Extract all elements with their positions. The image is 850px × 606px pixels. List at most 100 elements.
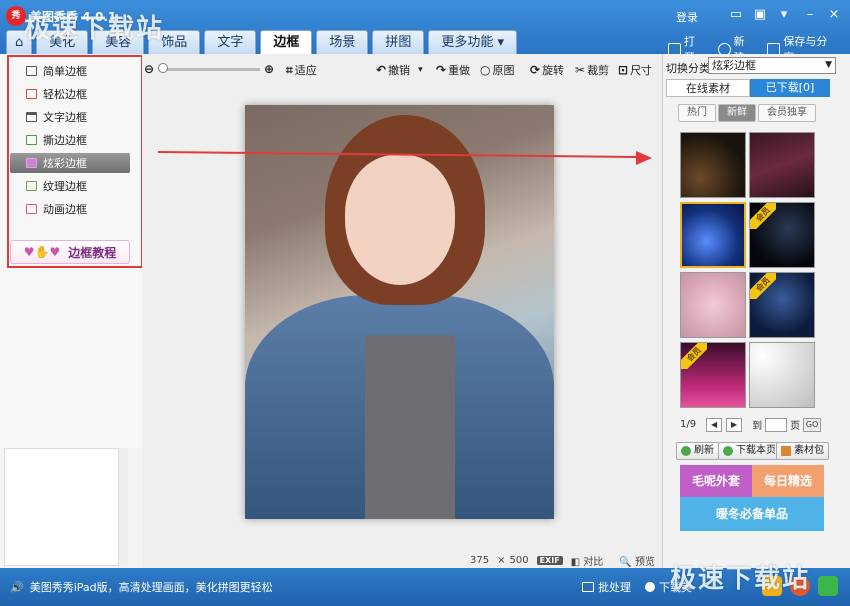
menu-item-animated[interactable]: 动画边框: [10, 199, 130, 219]
menu-label: 纹理边框: [43, 180, 87, 193]
minimize-icon[interactable]: –: [800, 6, 820, 24]
download-page-label: 下载本页: [736, 445, 776, 456]
left-scrollbar[interactable]: [118, 448, 128, 566]
zoom-slider-handle[interactable]: [158, 63, 168, 73]
menu-label: 轻松边框: [43, 88, 87, 101]
go-button[interactable]: GO: [803, 417, 822, 432]
app-logo-icon: 秀: [6, 6, 26, 26]
photo-meta: 375 × 500 EXIF ◧ 对比 🔍 预览: [470, 553, 671, 568]
page-input[interactable]: [765, 417, 788, 432]
tab-online-materials[interactable]: 在线素材: [666, 79, 750, 97]
animated-frame-icon: [26, 204, 37, 214]
download-icon: [723, 446, 733, 456]
skin-icon[interactable]: ▣: [750, 6, 770, 24]
thumbnail[interactable]: [749, 132, 815, 198]
colorful-frame-icon: [26, 158, 37, 168]
close-icon[interactable]: ×: [824, 6, 844, 24]
menu-item-simple[interactable]: 简单边框: [10, 61, 130, 81]
app-window: 秀 美图秀秀 4.0.1 登录 ▭ ▣ ▾ – × ⌂ 美化 美容 饰品 文字 …: [0, 0, 850, 606]
undo-label: 撤销: [388, 64, 411, 77]
original-icon: ○: [480, 63, 491, 77]
menu-item-text[interactable]: 文字边框: [10, 107, 130, 127]
pager: 1/9 ◀ ▶ 到 页 GO: [680, 417, 822, 432]
ad-winter[interactable]: 暖冬必备单品: [680, 497, 824, 531]
download-page-button[interactable]: 下载本页: [718, 442, 781, 460]
thumbnail[interactable]: [680, 132, 746, 198]
login-link[interactable]: 登录: [676, 9, 698, 25]
zoom-in-icon[interactable]: ⊕: [264, 62, 276, 76]
member-badge-label: 会员: [750, 273, 776, 299]
exif-badge[interactable]: EXIF: [536, 556, 563, 565]
thumbnail[interactable]: [680, 202, 746, 268]
batch-button[interactable]: 批处理: [582, 579, 631, 595]
tab-downloaded[interactable]: 已下载[0]: [750, 79, 830, 97]
menu-item-texture[interactable]: 纹理边框: [10, 176, 130, 196]
photo-face: [345, 155, 455, 285]
tab-scene[interactable]: 场景: [316, 30, 369, 54]
menu-item-easy[interactable]: 轻松边框: [10, 84, 130, 104]
fit-button[interactable]: ⌗ 适应: [286, 62, 317, 78]
rotate-button[interactable]: ⟳ 旋转: [530, 62, 564, 78]
package-icon: [781, 446, 791, 456]
batch-label: 批处理: [598, 581, 631, 594]
zoom-slider[interactable]: [160, 68, 260, 71]
speaker-icon: 🔊: [10, 580, 24, 594]
status-message[interactable]: 🔊 美图秀秀iPad版，高清处理画面，美化拼图更轻松: [10, 579, 273, 595]
thumbnail[interactable]: [749, 342, 815, 408]
frame-tutorial-button[interactable]: ♥✋♥ 边框教程: [10, 240, 130, 264]
category-value: 炫彩边框: [712, 59, 756, 72]
size-label: 尺寸: [630, 64, 653, 77]
redo-label: 重做: [448, 64, 471, 77]
menu-icon[interactable]: ▾: [774, 6, 794, 24]
menu-label: 撕边边框: [43, 134, 87, 147]
photo-canvas[interactable]: [245, 105, 554, 519]
tab-frame[interactable]: 边框: [260, 30, 313, 54]
refresh-label: 刷新: [694, 445, 714, 456]
member-badge-label: 会员: [681, 343, 707, 369]
subtab-hot[interactable]: 热门: [678, 104, 716, 122]
menu-item-torn[interactable]: 撕边边框: [10, 130, 130, 150]
crop-button[interactable]: ✂ 裁剪: [575, 62, 609, 78]
menu-item-colorful[interactable]: 炫彩边框: [10, 153, 130, 173]
category-select[interactable]: 炫彩边框 ▼: [708, 57, 836, 74]
ad-daily[interactable]: 每日精选: [752, 465, 824, 497]
texture-frame-icon: [26, 181, 37, 191]
redo-button[interactable]: ↷ 重做: [436, 62, 470, 78]
chevron-down-icon: ▼: [825, 60, 832, 70]
thumbnail[interactable]: 会员: [749, 202, 815, 268]
chat-icon[interactable]: ▭: [726, 6, 746, 24]
tab-collage[interactable]: 拼图: [372, 30, 425, 54]
menu-label: 动画边框: [43, 203, 87, 216]
batch-icon: [582, 582, 594, 592]
compare-button[interactable]: ◧ 对比: [571, 553, 612, 568]
watermark-top: 极速下载站: [24, 14, 165, 44]
next-page-button[interactable]: ▶: [726, 417, 743, 432]
photo-height: 500: [509, 555, 529, 566]
ad-coat[interactable]: 毛呢外套: [680, 465, 752, 497]
undo-button[interactable]: ↶ 撤销 ▾: [376, 62, 423, 78]
left-blank-area: [4, 448, 128, 566]
zoom-out-icon[interactable]: ⊖: [144, 62, 156, 76]
member-badge: 会员: [681, 343, 707, 369]
tab-text[interactable]: 文字: [204, 30, 257, 54]
tab-more[interactable]: 更多功能 ▾: [428, 30, 518, 54]
undo-dropdown-icon[interactable]: ▾: [418, 65, 423, 75]
thumbnail[interactable]: 会员: [680, 342, 746, 408]
size-icon: ⊡: [618, 63, 629, 77]
thumbnail[interactable]: [680, 272, 746, 338]
photo-shirt: [365, 335, 455, 519]
material-pack-label: 素材包: [794, 445, 824, 456]
subtab-new[interactable]: 新鲜: [718, 104, 756, 122]
prev-page-button[interactable]: ◀: [706, 417, 723, 432]
redo-icon: ↷: [436, 63, 447, 77]
size-button[interactable]: ⊡ 尺寸: [618, 62, 652, 78]
add-icon[interactable]: [818, 576, 838, 596]
preview-button[interactable]: 🔍 预览: [619, 553, 663, 568]
refresh-button[interactable]: 刷新: [676, 442, 719, 460]
tab-more-label: 更多功能: [441, 35, 494, 50]
subtab-member[interactable]: 会员独享: [758, 104, 816, 122]
menu-label: 简单边框: [43, 65, 87, 78]
thumbnail[interactable]: 会员: [749, 272, 815, 338]
material-pack-button[interactable]: 素材包: [776, 442, 829, 460]
original-button[interactable]: ○ 原图: [480, 62, 514, 78]
